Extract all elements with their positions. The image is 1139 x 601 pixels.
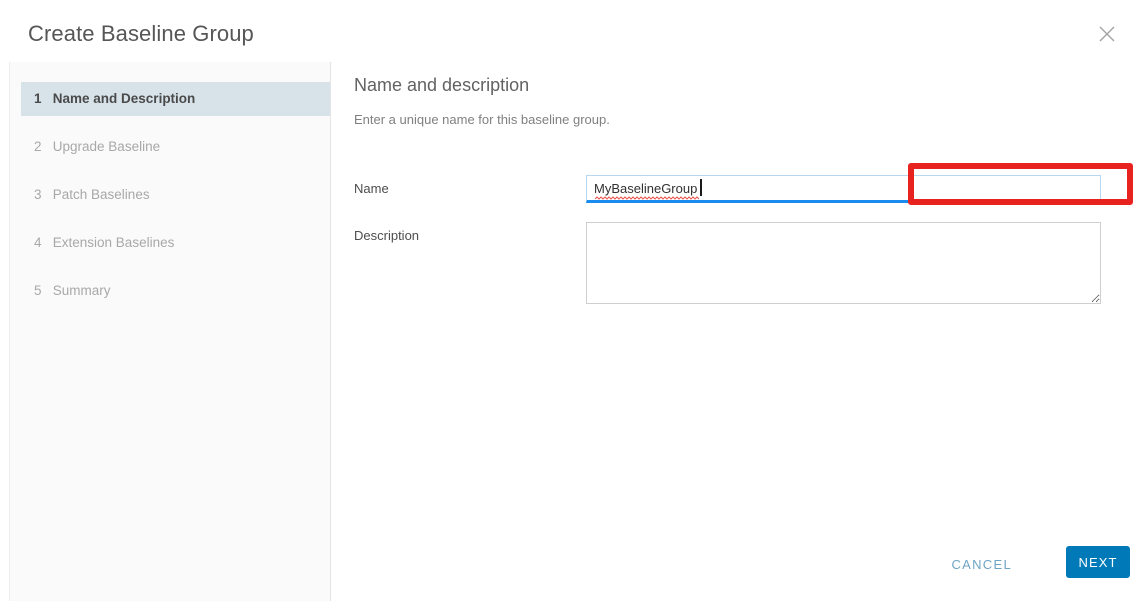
dialog-title: Create Baseline Group xyxy=(28,21,254,46)
dialog-header: Create Baseline Group xyxy=(0,0,1139,63)
step-label: Extension Baselines xyxy=(52,235,175,250)
description-input[interactable] xyxy=(586,222,1101,304)
sidebar-item-upgrade-baseline[interactable]: 2 Upgrade Baseline xyxy=(21,130,330,164)
form-row-name: Name xyxy=(332,175,1139,215)
wizard-steps-list: 1 Name and Description 2 Upgrade Baselin… xyxy=(10,82,330,308)
step-spacer xyxy=(10,164,330,178)
step-number: 2 xyxy=(34,139,42,154)
step-spacer xyxy=(10,260,330,274)
step-number: 4 xyxy=(34,235,42,250)
create-baseline-group-dialog: Create Baseline Group 1 Name and Descrip… xyxy=(0,0,1139,601)
description-label: Description xyxy=(354,228,420,243)
page-subtitle: Enter a unique name for this baseline gr… xyxy=(354,112,610,127)
step-label: Upgrade Baseline xyxy=(52,139,161,154)
wizard-steps-sidebar: 1 Name and Description 2 Upgrade Baselin… xyxy=(9,62,331,601)
step-label: Name and Description xyxy=(52,91,196,106)
step-label: Summary xyxy=(52,283,111,298)
name-input[interactable] xyxy=(586,175,1101,203)
name-label: Name xyxy=(354,181,389,196)
next-button[interactable]: Next xyxy=(1066,546,1130,578)
close-icon[interactable] xyxy=(1095,22,1119,46)
sidebar-item-patch-baselines[interactable]: 3 Patch Baselines xyxy=(21,178,330,212)
wizard-content-pane: Name and description Enter a unique name… xyxy=(332,62,1139,601)
dialog-footer: Cancel Next xyxy=(332,532,1139,601)
step-spacer xyxy=(10,212,330,226)
page-title: Name and description xyxy=(354,75,530,95)
form-row-description: Description xyxy=(332,222,1139,312)
sidebar-item-extension-baselines[interactable]: 4 Extension Baselines xyxy=(21,226,330,260)
dialog-body: 1 Name and Description 2 Upgrade Baselin… xyxy=(0,62,1139,601)
step-number: 1 xyxy=(34,91,42,106)
step-label: Patch Baselines xyxy=(52,187,150,202)
sidebar-item-name-and-description[interactable]: 1 Name and Description xyxy=(21,82,330,116)
step-number: 3 xyxy=(34,187,42,202)
cancel-button[interactable]: Cancel xyxy=(943,550,1020,580)
step-number: 5 xyxy=(34,283,42,298)
sidebar-item-summary[interactable]: 5 Summary xyxy=(21,274,330,308)
step-spacer xyxy=(10,116,330,130)
